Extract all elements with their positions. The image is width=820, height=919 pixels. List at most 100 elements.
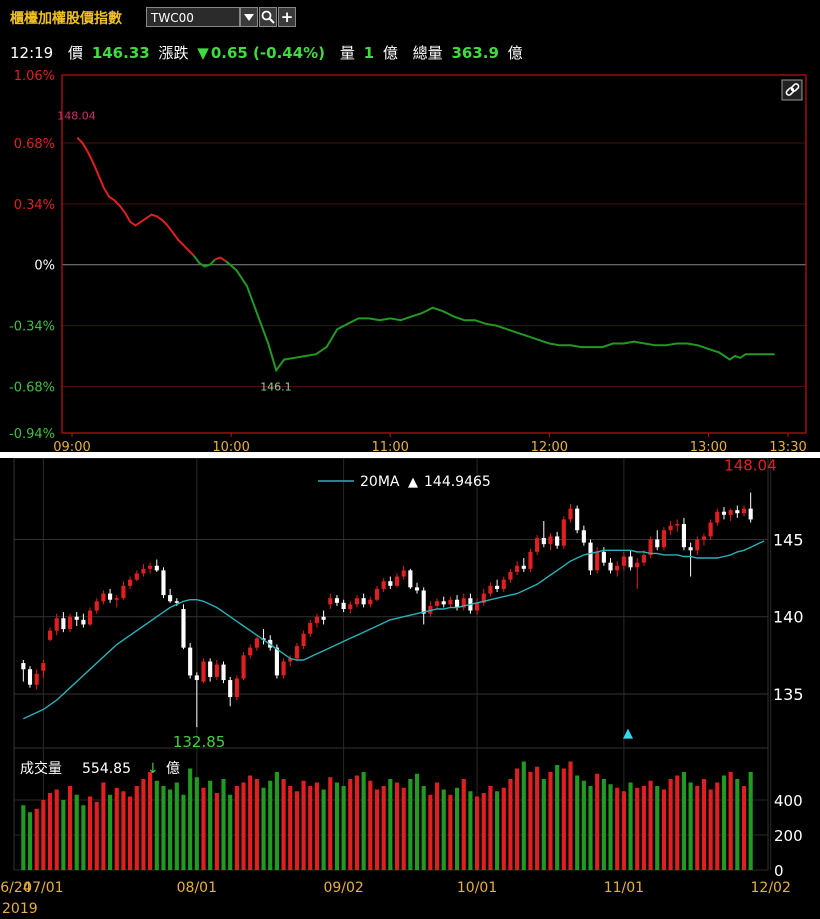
volume-y-tick: 400 [774,792,803,810]
volume-bar [67,786,73,870]
candle-body [41,663,46,671]
intraday-y-tick: 0.68% [14,137,55,152]
intraday-series-line [76,136,195,257]
volume-bar [701,779,707,870]
volume-bars [21,761,753,870]
daily-x-tick: 09/02 [323,880,363,896]
candle-body [27,669,33,685]
volume-bar [448,794,453,870]
candle-body [361,598,366,605]
volume-bar [648,780,653,870]
candle-body [368,599,373,605]
candle-body [74,616,79,620]
candle-body [681,524,687,548]
volume-bar [675,775,680,870]
ma-legend-value: 144.9465 [424,474,491,490]
candle-body [334,598,340,603]
candle-body [434,601,440,606]
volume-bar [128,796,133,870]
candle-body [67,616,73,630]
volume-bar [608,784,613,870]
daily-y-tick: 140 [773,608,804,627]
volume-bar [294,791,299,870]
volume-bar [461,779,466,870]
candle-body [408,570,413,588]
volume-bar [741,786,747,870]
candle-body [174,601,179,603]
volume-bar [595,773,600,870]
candle-body [354,598,360,605]
volume-bar [568,761,573,870]
candle-body [114,598,119,600]
volume-bar [581,780,586,870]
daily-y-tick: 145 [773,531,804,550]
volume-bar [154,780,159,870]
down-arrow-icon: ↓ [147,761,159,777]
volume-bar [548,772,553,870]
volume-bar [334,782,340,870]
volume-bar [615,787,620,870]
volume-bar [208,780,213,870]
volume-bar [488,786,493,870]
intraday-y-tick: 0.34% [14,198,55,213]
candle-body [94,601,99,611]
candle-body [595,551,600,571]
daily-high-label: 148.04 [724,458,777,475]
daily-chart: 145140135 4002000 6/2407/01 08/01 09/02 10/… [0,458,804,917]
intraday-x-tick: 13:00 [690,440,727,452]
candle-body [568,508,573,520]
volume-bar [668,779,673,870]
candle-body [561,519,566,546]
intraday-frame [61,74,807,434]
volume-bar [274,772,279,870]
candlesticks [21,492,753,728]
candle-body [728,510,733,515]
volume-bar [281,779,286,870]
ma-up-arrow-icon: ▲ [408,475,418,490]
volume-bar [601,779,606,870]
intraday-y-tick: 1.06% [14,69,55,84]
volume-legend-unit: 億 [166,761,180,777]
volume-y-tick: 0 [774,862,784,880]
candle-body [488,585,493,594]
volume-bar [388,779,393,870]
volume-bar [134,786,139,870]
volume-bar [161,786,166,870]
volume-bar [328,777,333,870]
candle-body [541,537,546,545]
candle-body [234,678,239,698]
volume-legend: 成交量 554.85 ↓ 億 [20,760,180,777]
intraday-x-tick: 12:00 [531,440,568,452]
candle-body [201,661,206,682]
volume-bar [181,794,186,870]
link-button[interactable] [781,79,803,101]
intraday-x-tick: 13:30 [769,440,806,452]
candle-body [635,562,640,568]
candle-body [588,542,593,571]
volume-bar [81,805,86,870]
volume-bar [441,789,446,870]
volume-y-axis: 400 200 0 [774,792,803,880]
volume-bar [168,789,173,870]
candle-body [248,647,253,656]
intraday-grid [62,142,806,387]
volume-bar [228,794,233,870]
volume-bar [501,787,506,870]
candle-body [701,536,707,540]
intraday-y-tick: -0.68% [9,380,55,395]
intraday-x-tick: 11:00 [371,440,408,452]
daily-x-tick: 07/01 [23,880,63,896]
volume-bar [348,779,353,870]
intraday-low-label: 146.1 [260,380,292,393]
volume-bar [288,786,293,870]
candle-body [301,633,306,647]
candle-body [21,663,26,670]
volume-legend-value: 554.85 [82,761,131,777]
candle-body [181,609,186,648]
candle-body [161,570,166,596]
volume-bar [201,787,206,870]
volume-bar [728,772,733,870]
volume-bar [475,796,480,870]
candle-body [414,587,420,591]
volume-bar [141,779,146,870]
